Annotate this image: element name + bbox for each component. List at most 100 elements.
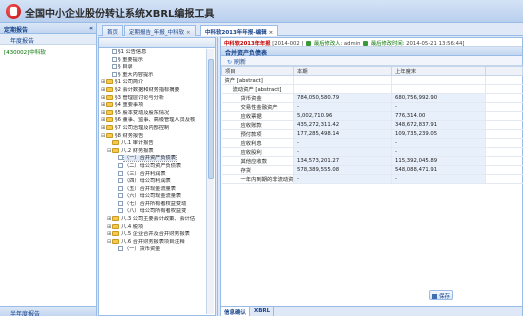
tree-item[interactable]: ⊞ §1 公司简介: [99, 79, 206, 87]
checkbox[interactable]: [112, 64, 117, 70]
company-link[interactable]: [430002]中科软: [0, 45, 96, 59]
row-label: 应收账款: [221, 120, 294, 130]
checkbox[interactable]: [118, 246, 123, 252]
prior-value-cell[interactable]: 109,735,239.05: [391, 129, 486, 139]
tree-item[interactable]: （八）母公司所有者权益变: [99, 208, 206, 216]
tree-item[interactable]: § 重要提示: [99, 56, 206, 65]
checkbox[interactable]: [112, 71, 117, 77]
refresh-label: 刷新: [234, 59, 247, 66]
folder-icon: [106, 132, 113, 138]
save-button[interactable]: 保存: [429, 290, 453, 300]
tree-item[interactable]: （五）合并现金流量表: [99, 185, 206, 194]
tree-item[interactable]: ⊟ §8 财务报告: [99, 132, 206, 141]
empty-cell: [485, 102, 523, 112]
folder-icon: [106, 109, 113, 115]
current-value-cell[interactable]: 435,272,311.42: [293, 120, 392, 130]
tree-item[interactable]: § 重大内容提示: [99, 71, 206, 80]
checkbox[interactable]: [112, 56, 117, 62]
checkbox[interactable]: [118, 170, 123, 176]
row-label: 应收利息: [221, 138, 294, 148]
current-value-cell[interactable]: 134,573,201.27: [293, 156, 392, 166]
tree-item[interactable]: ⊞ 八.4 税项: [99, 223, 206, 232]
tree-item[interactable]: ⊞ §6 董事、监事、高级管理人员及核: [99, 117, 206, 125]
checkbox[interactable]: [118, 162, 123, 168]
tree-item[interactable]: （六）母公司现金流量表: [99, 193, 206, 201]
app-header: 全国中小企业股份转让系统XBRL编报工具: [0, 0, 523, 23]
tree-item[interactable]: ⊞ §7 公司治理及内部控制: [99, 124, 206, 133]
row-label: 其他应收款: [221, 156, 294, 166]
tree-item[interactable]: ⊟ 八.2 财务报表: [99, 147, 206, 156]
checkbox[interactable]: [118, 208, 123, 214]
accordion-semiannual-report[interactable]: 半年度报告: [0, 306, 96, 316]
refresh-button[interactable]: ↻ 刷新: [227, 59, 246, 66]
tree-item[interactable]: （七）合并所有者权益变动: [99, 200, 206, 209]
prior-value-cell[interactable]: 776,314.00: [391, 111, 486, 121]
close-icon[interactable]: ×: [269, 30, 274, 36]
tree-item-label: （六）母公司现金流量表: [124, 193, 182, 200]
tab-xbrl[interactable]: XBRL: [251, 307, 275, 316]
table-row: 应收票据 5,002,710.96 776,314.00: [221, 111, 523, 121]
column-header: 项目: [221, 66, 294, 76]
tree-item[interactable]: （二）母公司资产负债表: [99, 162, 206, 171]
tab-annual-report-edit[interactable]: 中科软2013年年报-编辑 ×: [200, 25, 279, 36]
report-tree-panel: §1 公告信息 § 重要提示 § 目录 § 重大内容提示 ⊞ §1 公司简介 ⊞ §2 会计数…: [98, 37, 216, 316]
tree-item[interactable]: §1 公告信息: [99, 49, 206, 57]
tree-item[interactable]: （一）货币资金: [99, 246, 206, 254]
tree-item[interactable]: （一）合并资产负债表: [99, 155, 206, 163]
current-value-cell[interactable]: -: [293, 138, 392, 148]
tree-item[interactable]: 八.1 审计报告: [99, 140, 206, 148]
tree-item-label: （八）母公司所有者权益变: [124, 208, 187, 215]
scrollbar-thumb[interactable]: [208, 59, 214, 179]
current-value-cell[interactable]: 177,285,498.14: [293, 129, 392, 139]
prior-value-cell[interactable]: 680,756,992.90: [391, 93, 486, 103]
tree-item-label: （三）合并利润表: [124, 170, 166, 177]
tree-item-label: （二）母公司资产负债表: [124, 162, 182, 169]
tab-annual-report[interactable]: 定期报告_年报_中科软 ×: [124, 25, 196, 36]
tree-item[interactable]: （四）母公司利润表: [99, 178, 206, 186]
folder-icon: [106, 86, 113, 92]
tab-label: 首页: [107, 30, 119, 36]
tree-item[interactable]: ⊟ 八.6 合并财务报表项目注释: [99, 238, 206, 247]
prior-value-cell[interactable]: 115,392,045.89: [391, 156, 486, 166]
row-label: 存货: [221, 165, 294, 175]
tree-item[interactable]: § 目录: [99, 64, 206, 72]
tab-info-confirm[interactable]: 信息确认: [221, 307, 251, 316]
prior-value-cell[interactable]: 548,088,471.91: [391, 165, 486, 175]
close-icon[interactable]: ×: [186, 30, 191, 36]
tree-item-label: §3 管理层讨论与分析: [115, 94, 165, 101]
tree-item[interactable]: ⊞ 八.5 企业合并及合并财务报表: [99, 231, 206, 239]
folder-icon: [106, 124, 113, 130]
prior-value-cell[interactable]: 348,672,837.91: [391, 120, 486, 130]
checkbox[interactable]: [118, 178, 123, 184]
tree-scrollbar[interactable]: [206, 49, 214, 314]
report-status-bar: 中科软2013年年报 [2014-002 ( 最后修改人: admin 最后修改…: [221, 38, 522, 47]
folder-icon: [112, 238, 119, 244]
tree-item[interactable]: ⊞ 八.3 公司主要会计政策、会计估: [99, 216, 206, 224]
accordion-annual-report[interactable]: 年度报告: [0, 34, 96, 45]
checkbox[interactable]: [118, 193, 123, 199]
current-value-cell[interactable]: -: [293, 102, 392, 112]
collapse-icon[interactable]: «: [89, 25, 93, 32]
tree-item[interactable]: ⊞ §4 重要事项: [99, 102, 206, 110]
tab-label: 定期报告_年报_中科软: [129, 30, 185, 36]
tree-item-label: §7 公司治理及内部控制: [115, 124, 170, 131]
prior-value-cell[interactable]: -: [391, 174, 486, 184]
checkbox[interactable]: [118, 200, 123, 206]
tree-item[interactable]: ⊞ §2 会计数据和财务指标摘要: [99, 86, 206, 95]
tab-home[interactable]: 首页: [102, 25, 124, 36]
current-value-cell[interactable]: -: [293, 174, 392, 184]
folder-icon: [106, 79, 113, 85]
tree-item[interactable]: ⊞ §5 股本变动及股东情况: [99, 109, 206, 118]
current-value-cell[interactable]: 578,389,555.08: [293, 165, 392, 175]
checkbox[interactable]: [118, 185, 123, 191]
prior-value-cell[interactable]: -: [391, 102, 486, 112]
tree-item[interactable]: （三）合并利润表: [99, 170, 206, 179]
checkbox[interactable]: [112, 49, 117, 54]
current-value-cell[interactable]: 784,050,580.79: [293, 93, 392, 103]
prior-value-cell[interactable]: -: [391, 138, 486, 148]
prior-value-cell[interactable]: -: [391, 147, 486, 157]
tree-item[interactable]: ⊞ §3 管理层讨论与分析: [99, 94, 206, 103]
current-value-cell[interactable]: 5,002,710.96: [293, 111, 392, 121]
current-value-cell[interactable]: -: [293, 147, 392, 157]
checkbox[interactable]: [118, 155, 123, 161]
